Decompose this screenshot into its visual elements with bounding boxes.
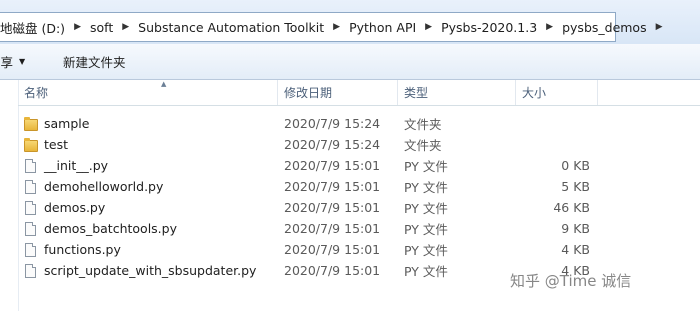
column-header-label: 名称 [24, 86, 49, 100]
folder-icon [24, 116, 38, 131]
chevron-right-icon[interactable]: ▶ [653, 22, 666, 32]
file-size: 0 KB [561, 158, 590, 173]
file-type: PY 文件 [404, 222, 448, 237]
breadcrumb-item[interactable]: Python API ▶ [343, 13, 435, 41]
file-icon [25, 263, 36, 278]
breadcrumb-label[interactable]: pysbs_demos [556, 20, 653, 35]
file-name: script_update_with_sbsupdater.py [44, 263, 257, 278]
file-icon [25, 158, 36, 173]
column-header-date[interactable]: 修改日期 [278, 80, 398, 105]
breadcrumb-item[interactable]: Substance Automation Toolkit ▶ [132, 13, 343, 41]
file-size: 4 KB [561, 242, 590, 257]
column-header-label: 修改日期 [284, 86, 333, 100]
file-name: test [44, 137, 69, 152]
list-item[interactable]: test 2020/7/9 15:24 文件夹 [18, 134, 700, 155]
watermark: 知乎 @Time 诚信 [510, 272, 632, 290]
file-icon [25, 242, 36, 257]
file-name: demos_batchtools.py [44, 221, 177, 236]
breadcrumb-item[interactable]: 地磁盘 (D:) ▶ [0, 13, 84, 41]
file-size [522, 113, 590, 134]
file-size: 5 KB [561, 179, 590, 194]
breadcrumb-label[interactable]: Pysbs-2020.1.3 [435, 20, 543, 35]
file-type: PY 文件 [404, 159, 448, 174]
breadcrumb-label[interactable]: Python API [343, 20, 422, 35]
column-header-label: 大小 [522, 86, 547, 100]
file-date: 2020/7/9 15:01 [284, 263, 381, 278]
file-date: 2020/7/9 15:01 [284, 221, 381, 236]
column-header-row: ▲ 名称 修改日期 类型 大小 [18, 80, 700, 106]
toolbar: 共享 ▼ 新建文件夹 [0, 44, 700, 80]
list-item[interactable]: __init__.py 2020/7/9 15:01 PY 文件 0 KB [18, 155, 700, 176]
file-type: PY 文件 [404, 243, 448, 258]
file-type: 文件夹 [404, 138, 442, 153]
breadcrumb-item[interactable]: soft ▶ [84, 13, 132, 41]
share-button[interactable]: 共享 ▼ [0, 50, 25, 74]
share-label: 共享 [0, 55, 14, 70]
chevron-right-icon[interactable]: ▶ [71, 22, 84, 32]
file-date: 2020/7/9 15:01 [284, 242, 381, 257]
file-name: __init__.py [44, 158, 109, 173]
folder-icon [24, 137, 38, 152]
file-date: 2020/7/9 15:01 [284, 158, 381, 173]
file-icon [25, 221, 36, 236]
list-item[interactable]: demos_batchtools.py 2020/7/9 15:01 PY 文件… [18, 218, 700, 239]
file-size [522, 134, 590, 155]
new-folder-button[interactable]: 新建文件夹 [63, 50, 126, 74]
file-date: 2020/7/9 15:24 [284, 137, 381, 152]
list-item[interactable]: sample 2020/7/9 15:24 文件夹 [18, 113, 700, 134]
navigation-pane-edge [0, 80, 19, 311]
file-icon [25, 200, 36, 215]
column-header-label: 类型 [404, 86, 429, 100]
breadcrumb-label[interactable]: 地磁盘 (D:) [0, 18, 71, 37]
list-item[interactable]: functions.py 2020/7/9 15:01 PY 文件 4 KB [18, 239, 700, 260]
file-date: 2020/7/9 15:01 [284, 179, 381, 194]
breadcrumb-label[interactable]: Substance Automation Toolkit [132, 20, 330, 35]
list-item[interactable]: demohelloworld.py 2020/7/9 15:01 PY 文件 5… [18, 176, 700, 197]
file-date: 2020/7/9 15:01 [284, 200, 381, 215]
file-type: 文件夹 [404, 117, 442, 132]
column-header-name[interactable]: 名称 [18, 80, 278, 105]
address-bar-area: 地磁盘 (D:) ▶ soft ▶ Substance Automation T… [0, 0, 700, 44]
column-header-type[interactable]: 类型 [398, 80, 516, 105]
file-date: 2020/7/9 15:24 [284, 116, 381, 131]
file-name: demohelloworld.py [44, 179, 164, 194]
column-header-size[interactable]: 大小 [516, 80, 598, 105]
file-name: functions.py [44, 242, 121, 257]
file-name: sample [44, 116, 90, 131]
breadcrumb-label[interactable]: soft [84, 20, 119, 35]
breadcrumb-item[interactable]: Pysbs-2020.1.3 ▶ [435, 13, 556, 41]
chevron-right-icon[interactable]: ▶ [543, 22, 556, 32]
file-size: 9 KB [561, 221, 590, 236]
list-item[interactable]: demos.py 2020/7/9 15:01 PY 文件 46 KB [18, 197, 700, 218]
chevron-right-icon[interactable]: ▶ [422, 22, 435, 32]
file-type: PY 文件 [404, 180, 448, 195]
chevron-right-icon[interactable]: ▶ [330, 22, 343, 32]
file-type: PY 文件 [404, 201, 448, 216]
file-name: demos.py [44, 200, 106, 215]
breadcrumb-item[interactable]: pysbs_demos ▶ [556, 13, 665, 41]
chevron-right-icon[interactable]: ▶ [119, 22, 132, 32]
address-bar[interactable]: 地磁盘 (D:) ▶ soft ▶ Substance Automation T… [0, 12, 663, 42]
file-type: PY 文件 [404, 264, 448, 279]
file-size: 46 KB [553, 200, 590, 215]
file-icon [25, 179, 36, 194]
new-folder-label: 新建文件夹 [63, 55, 126, 70]
chevron-down-icon: ▼ [19, 57, 26, 66]
